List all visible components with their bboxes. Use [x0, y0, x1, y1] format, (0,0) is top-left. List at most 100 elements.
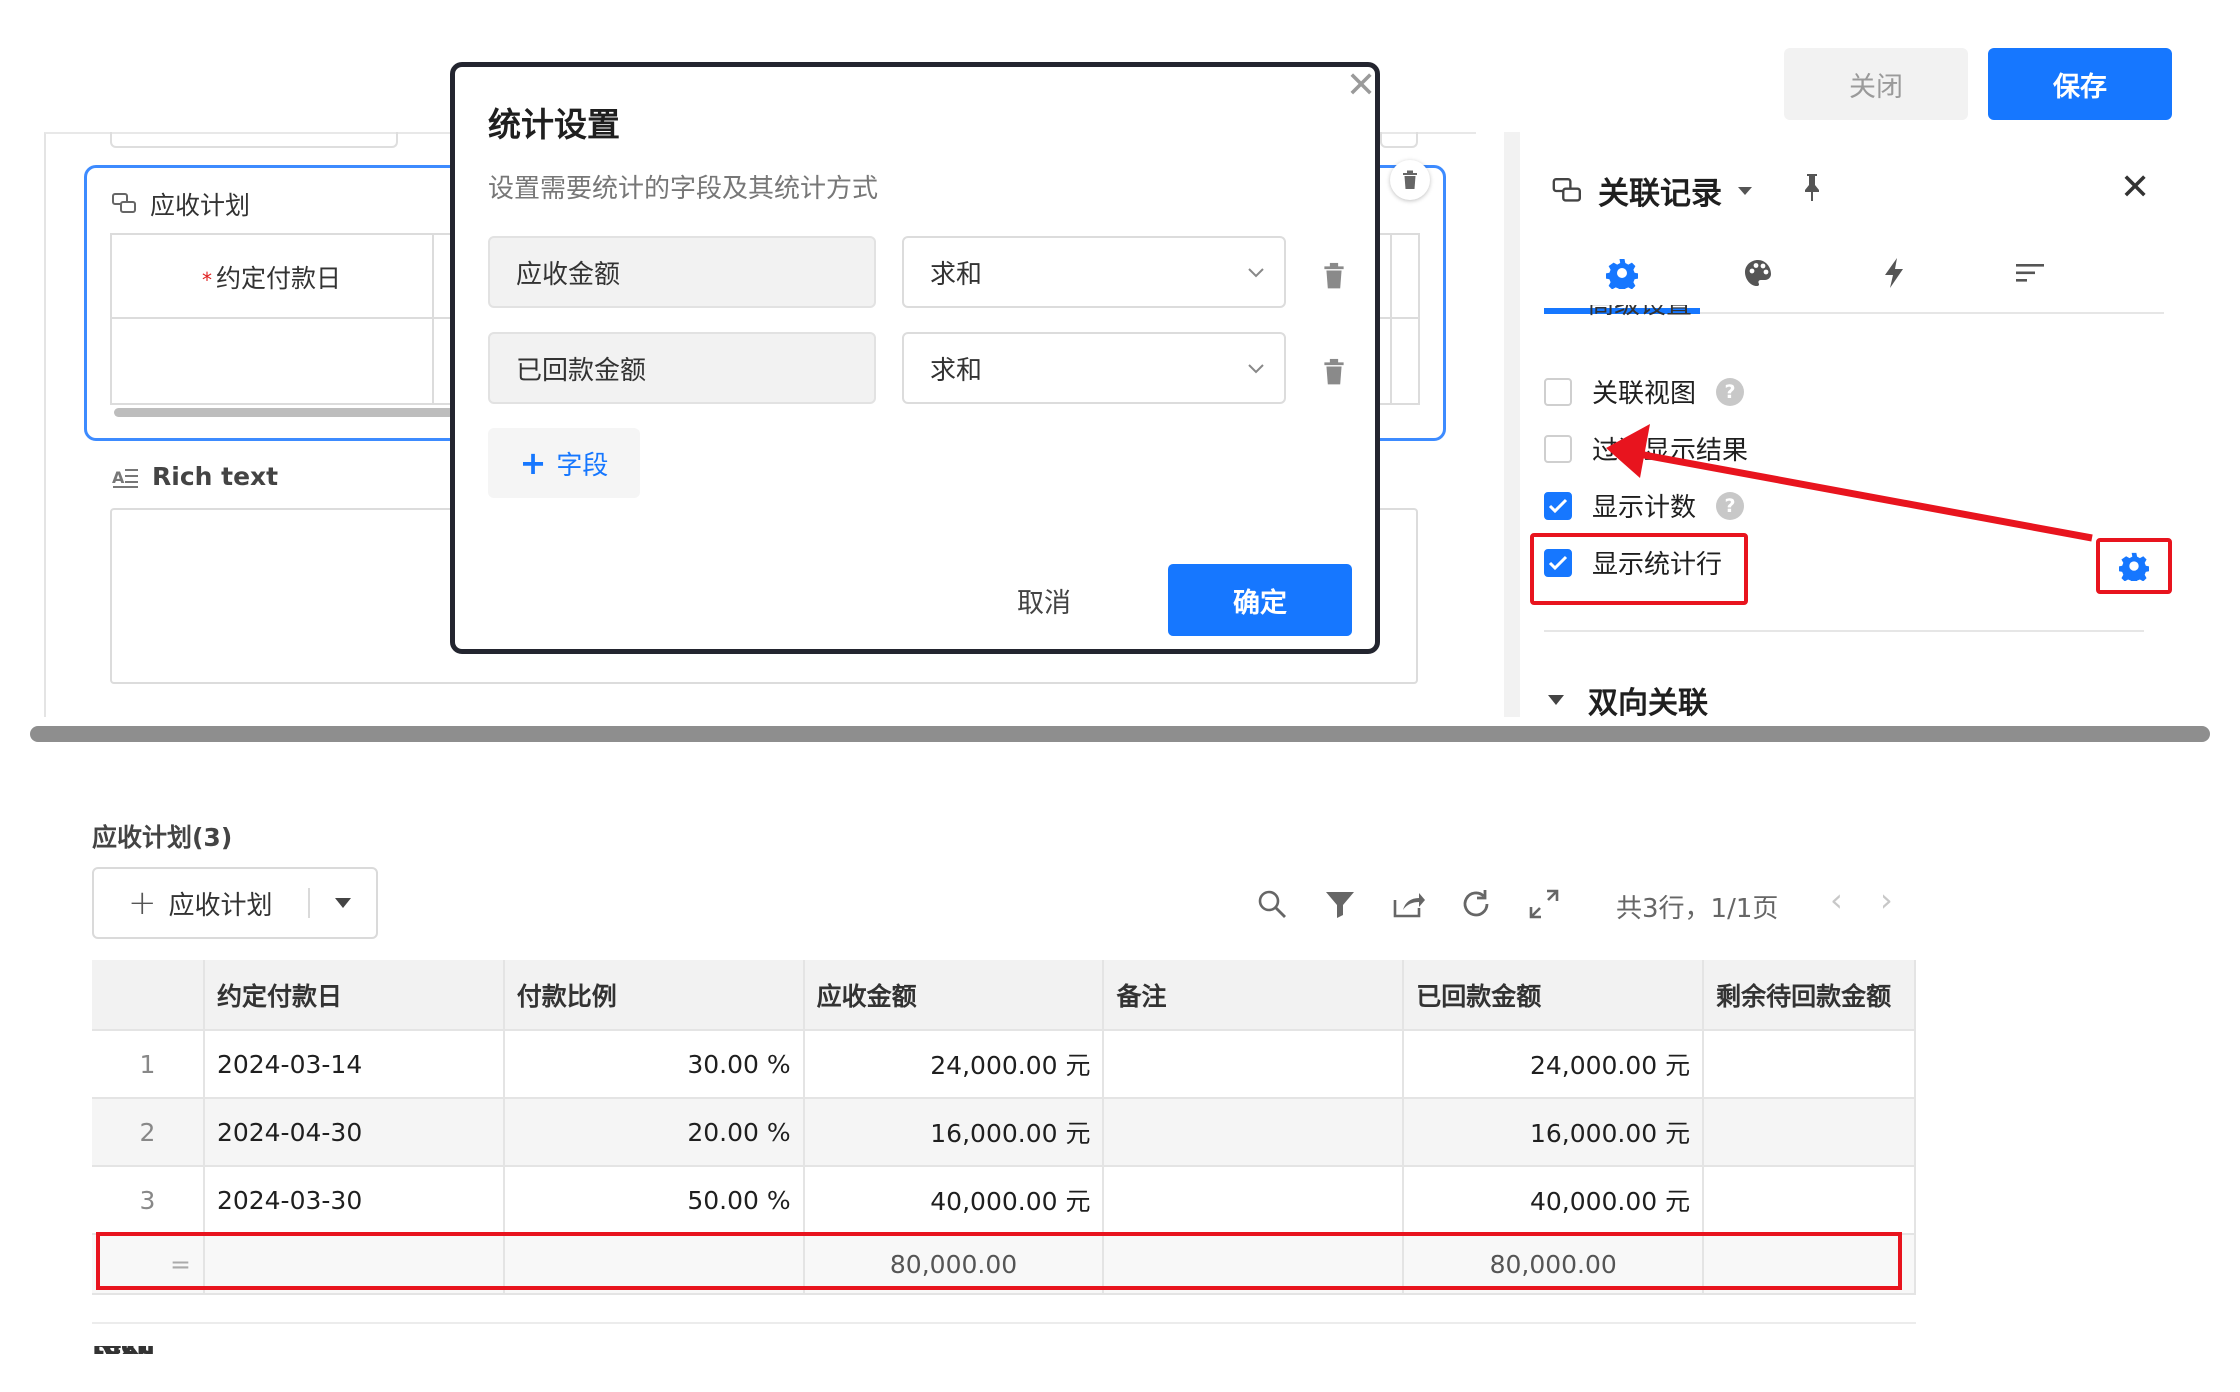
- trash-icon: [1324, 262, 1344, 289]
- cell-date[interactable]: 2024-04-30: [203, 1098, 505, 1167]
- prev-page-icon[interactable]: ‹: [1830, 884, 1843, 916]
- fullscreen-button[interactable]: [1526, 886, 1562, 922]
- cell-received[interactable]: 24,000.00 元: [1403, 1030, 1705, 1099]
- close-button[interactable]: 关闭: [1784, 48, 1968, 120]
- relation-icon: [1552, 177, 1582, 202]
- pin-button[interactable]: [1800, 172, 1824, 206]
- cell-note[interactable]: [1103, 1030, 1405, 1099]
- trash-icon: [1403, 170, 1417, 189]
- filter-icon: [1326, 892, 1354, 918]
- bidirectional-section-header[interactable]: 双向关联: [1546, 678, 1708, 722]
- gear-icon: [1606, 259, 1638, 289]
- option-label: 关联视图: [1592, 379, 1697, 409]
- summary-field-select[interactable]: 已回款金额: [488, 332, 876, 404]
- next-page-icon[interactable]: ›: [1880, 884, 1893, 916]
- add-record-button-group[interactable]: + 应收计划: [92, 867, 378, 939]
- add-field-button[interactable]: + 字段: [488, 428, 640, 498]
- rich-text-icon: A: [112, 468, 138, 488]
- sort-icon: [2016, 264, 2044, 282]
- column-header[interactable]: 已回款金额: [1403, 960, 1705, 1031]
- cell-amount[interactable]: 40,000.00 元: [803, 1166, 1105, 1235]
- annotation-highlight-box: [96, 1232, 1902, 1290]
- caret-down-icon: [1548, 695, 1564, 705]
- relation-field-title: 应收计划: [112, 186, 250, 222]
- cell-ratio[interactable]: 30.00 %: [503, 1030, 805, 1099]
- tab-actions[interactable]: [1858, 248, 1930, 298]
- summary-field-select[interactable]: 应收金额: [488, 236, 876, 308]
- delete-field-button[interactable]: [1390, 160, 1430, 200]
- cell-received[interactable]: 16,000.00 元: [1403, 1098, 1705, 1167]
- column-header[interactable]: 约定付款日: [203, 960, 505, 1031]
- cell-note[interactable]: [1103, 1166, 1405, 1235]
- dialog-close-icon[interactable]: ✕: [1346, 68, 1376, 104]
- rich-text-field-label: Rich text: [152, 462, 279, 491]
- column-header[interactable]: 备注: [1103, 960, 1405, 1031]
- add-record-label: 应收计划: [168, 890, 273, 921]
- export-button[interactable]: [1390, 886, 1426, 922]
- summary-method-select[interactable]: 求和: [902, 236, 1286, 308]
- pagination-info: 共3行，1/1页: [1616, 894, 1779, 924]
- column-header[interactable]: 剩余待回款金额: [1703, 960, 1916, 1031]
- cell-remaining[interactable]: [1703, 1166, 1916, 1235]
- add-record-dropdown[interactable]: [310, 896, 376, 910]
- filter-button[interactable]: [1322, 886, 1358, 922]
- delete-row-button[interactable]: [1318, 352, 1350, 392]
- save-button[interactable]: 保存: [1988, 48, 2172, 120]
- table-row[interactable]: 2 2024-04-30 20.00 % 16,000.00 元 16,000.…: [92, 1098, 1916, 1167]
- table-row[interactable]: 3 2024-03-30 50.00 % 40,000.00 元 40,000.…: [92, 1166, 1916, 1235]
- add-field-label: 字段: [556, 450, 609, 481]
- add-record-button[interactable]: + 应收计划: [94, 885, 308, 922]
- relation-view-checkbox[interactable]: [1544, 377, 1572, 406]
- cancel-button[interactable]: 取消: [1000, 564, 1088, 636]
- relation-icon: [112, 193, 136, 213]
- confirm-button[interactable]: 确定: [1168, 564, 1352, 636]
- method-value: 求和: [930, 259, 983, 290]
- cell-ratio[interactable]: 50.00 %: [503, 1166, 805, 1235]
- option-label: 过滤显示结果: [1592, 436, 1749, 466]
- lightning-icon: [1885, 258, 1903, 288]
- svg-text:A: A: [112, 468, 125, 487]
- share-icon: [1393, 893, 1425, 918]
- inner-column-header: * 约定付款日: [202, 264, 342, 293]
- column-header[interactable]: 付款比例: [503, 960, 805, 1031]
- cell-remaining[interactable]: [1703, 1030, 1916, 1099]
- tab-style[interactable]: [1722, 248, 1794, 298]
- tab-settings[interactable]: [1586, 248, 1658, 298]
- panel-close-icon[interactable]: ✕: [2120, 170, 2150, 206]
- option-show-count[interactable]: 显示计数 ?: [1544, 487, 1745, 524]
- chevron-down-icon: [1248, 364, 1264, 374]
- show-count-checkbox[interactable]: [1544, 491, 1572, 520]
- dialog-description: 设置需要统计的字段及其统计方式: [488, 174, 879, 204]
- cell-note[interactable]: [1103, 1098, 1405, 1167]
- option-filter-results[interactable]: 过滤显示结果: [1544, 430, 1748, 467]
- cell-amount[interactable]: 16,000.00 元: [803, 1098, 1105, 1167]
- filter-results-checkbox[interactable]: [1544, 434, 1572, 463]
- option-label: 显示计数: [1592, 493, 1697, 523]
- refresh-button[interactable]: [1458, 886, 1494, 922]
- summary-method-select[interactable]: 求和: [902, 332, 1286, 404]
- column-header[interactable]: 应收金额: [803, 960, 1105, 1031]
- cell-date[interactable]: 2024-03-14: [203, 1030, 505, 1099]
- help-icon[interactable]: ?: [1716, 491, 1745, 520]
- trash-icon: [1324, 358, 1344, 385]
- horizontal-scrollbar[interactable]: [114, 408, 454, 417]
- summary-settings-button[interactable]: [2096, 538, 2172, 594]
- tab-sort[interactable]: [1994, 248, 2066, 298]
- divider: [1544, 630, 2144, 632]
- cell-date[interactable]: 2024-03-30: [203, 1166, 505, 1235]
- cell-remaining[interactable]: [1703, 1098, 1916, 1167]
- plus-icon: +: [519, 444, 547, 482]
- table-row[interactable]: 1 2024-03-14 30.00 % 24,000.00 元 24,000.…: [92, 1030, 1916, 1099]
- option-relation-view[interactable]: 关联视图 ?: [1544, 373, 1745, 410]
- annotation-highlight-box: [1530, 533, 1748, 605]
- search-icon: [1258, 890, 1286, 918]
- cell-received[interactable]: 40,000.00 元: [1403, 1166, 1705, 1235]
- delete-row-button[interactable]: [1318, 256, 1350, 296]
- cell-ratio[interactable]: 20.00 %: [503, 1098, 805, 1167]
- row-index: 1: [92, 1030, 205, 1099]
- screenshot-separator: [30, 726, 2210, 742]
- cell-amount[interactable]: 24,000.00 元: [803, 1030, 1105, 1099]
- help-icon[interactable]: ?: [1716, 377, 1745, 406]
- settings-panel-header[interactable]: 关联记录: [1552, 168, 1754, 213]
- search-button[interactable]: [1254, 886, 1290, 922]
